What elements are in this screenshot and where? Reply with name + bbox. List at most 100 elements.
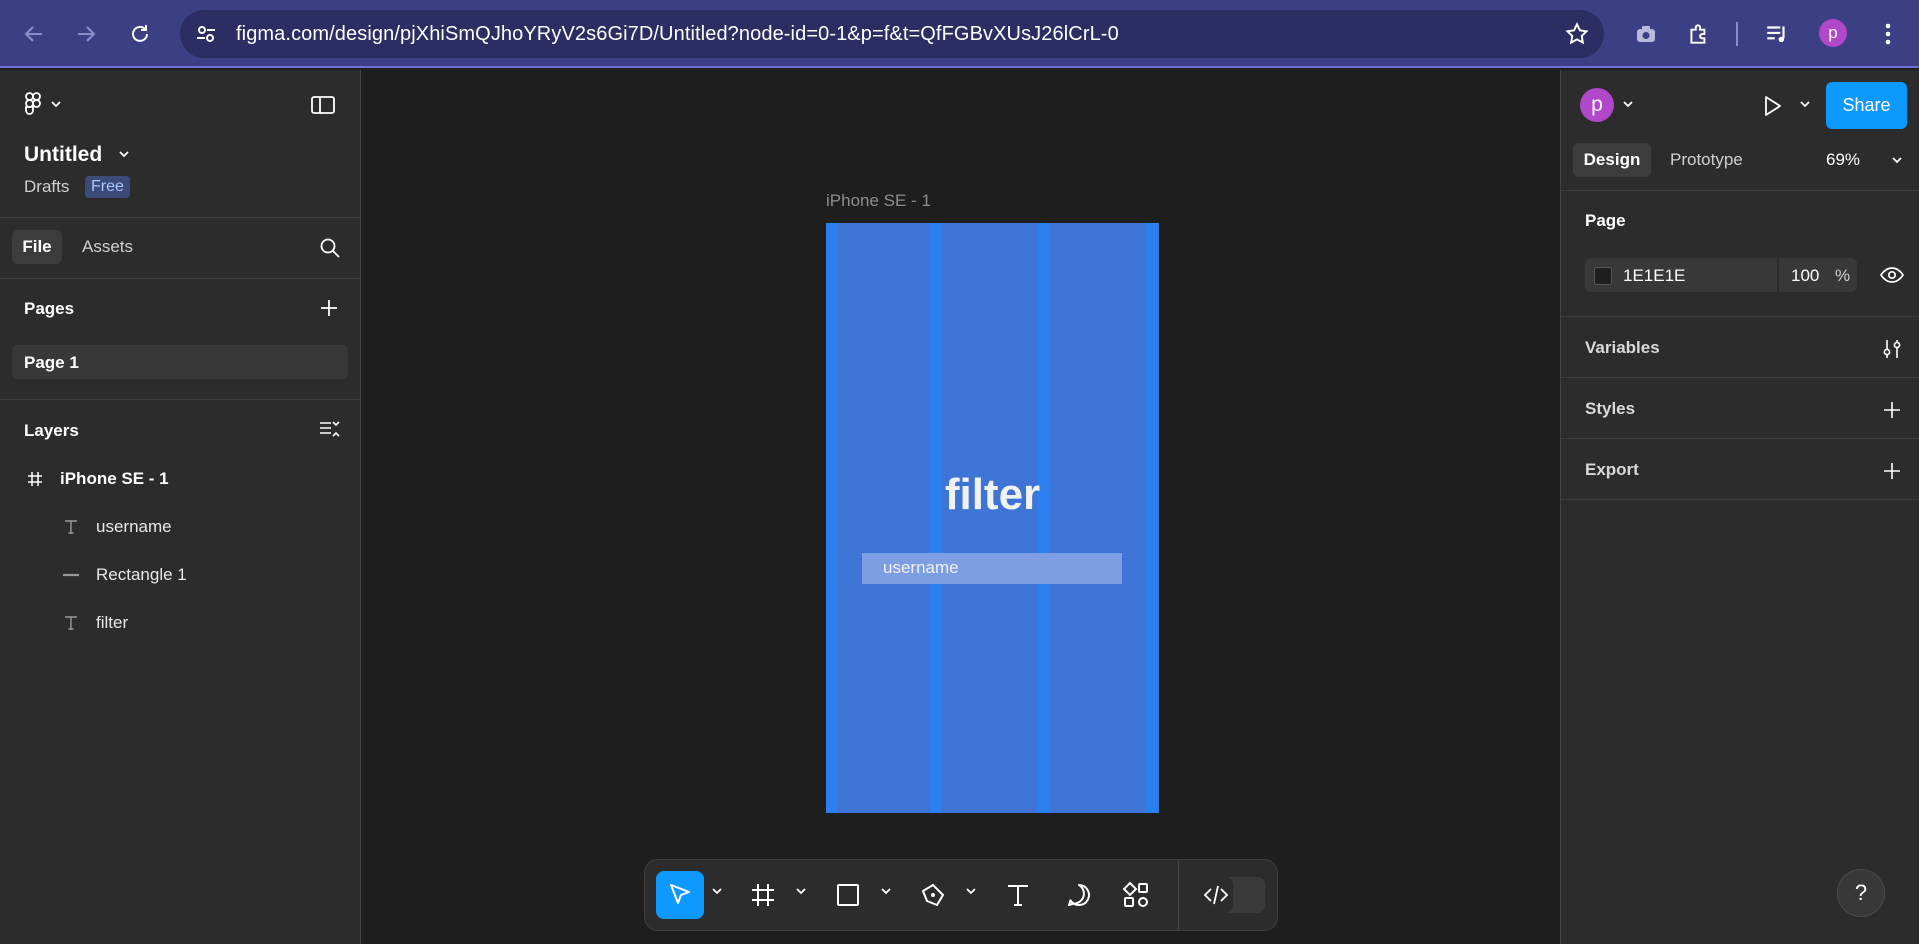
frame-icon xyxy=(752,884,774,906)
tab-file[interactable]: File xyxy=(12,230,62,264)
toolbar-divider xyxy=(1178,860,1179,930)
user-avatar[interactable]: p xyxy=(1580,88,1614,122)
layer-row-filter[interactable]: filter xyxy=(0,603,360,643)
more-vertical-icon xyxy=(1885,23,1891,45)
media-controls-button[interactable] xyxy=(1759,16,1795,52)
divider xyxy=(0,399,360,400)
frame-icon xyxy=(26,470,44,488)
text-tool-button[interactable] xyxy=(994,871,1042,919)
site-settings-icon[interactable] xyxy=(194,22,218,46)
add-style-button[interactable] xyxy=(1881,399,1903,421)
pages-title: Pages xyxy=(24,299,75,318)
zoom-chevron-icon[interactable] xyxy=(1891,156,1903,164)
move-tool-chevron-icon[interactable] xyxy=(711,887,723,895)
layer-row-iphone-se-1[interactable]: iPhone SE - 1 xyxy=(0,459,360,499)
tab-design[interactable]: Design xyxy=(1573,143,1651,177)
divider xyxy=(1561,316,1919,317)
username-text-layer[interactable]: username xyxy=(883,558,959,578)
page-background-field[interactable]: 1E1E1E 100 % xyxy=(1585,258,1857,292)
divider xyxy=(1561,438,1919,439)
present-button[interactable] xyxy=(1760,94,1784,118)
visibility-toggle[interactable] xyxy=(1880,264,1904,286)
sidebar-toggle-button[interactable] xyxy=(310,94,336,116)
chevron-down-icon[interactable] xyxy=(1622,100,1634,108)
shape-tool-chevron-icon[interactable] xyxy=(880,887,892,895)
text-icon xyxy=(62,518,80,536)
components-icon xyxy=(1122,881,1148,907)
right-properties-panel: p Share Design Prototype 69% Page 1E1E1E… xyxy=(1560,70,1919,944)
frame-label[interactable]: iPhone SE - 1 xyxy=(826,191,931,211)
move-tool-button[interactable] xyxy=(656,871,704,919)
chevron-down-icon xyxy=(51,101,61,108)
browser-profile-avatar[interactable]: p xyxy=(1819,19,1847,47)
plan-badge[interactable]: Free xyxy=(85,176,130,198)
play-icon xyxy=(1765,96,1781,116)
search-layers-button[interactable] xyxy=(318,236,342,260)
comment-tool-button[interactable] xyxy=(1055,871,1103,919)
bookmark-star-icon[interactable] xyxy=(1564,21,1590,47)
pen-icon xyxy=(922,884,944,906)
opacity-unit: % xyxy=(1835,266,1851,285)
line-icon xyxy=(62,566,80,584)
layer-row-username[interactable]: username xyxy=(0,507,360,547)
text-icon xyxy=(62,614,80,632)
reload-button[interactable] xyxy=(122,16,158,52)
tools-toolbar xyxy=(644,859,1278,931)
tab-prototype[interactable]: Prototype xyxy=(1670,150,1743,170)
frame-tool-chevron-icon[interactable] xyxy=(795,887,807,895)
camera-icon xyxy=(1637,26,1655,42)
dev-mode-toggle[interactable] xyxy=(1199,877,1265,913)
browser-menu-button[interactable] xyxy=(1870,16,1906,52)
add-export-button[interactable] xyxy=(1881,460,1903,482)
color-swatch[interactable] xyxy=(1594,267,1612,285)
file-location[interactable]: Drafts xyxy=(24,177,69,197)
tab-assets[interactable]: Assets xyxy=(82,237,133,257)
address-bar[interactable]: figma.com/design/pjXhiSmQJhoYRyV2s6Gi7D/… xyxy=(180,10,1604,58)
layer-label: filter xyxy=(96,613,129,632)
help-button[interactable]: ? xyxy=(1837,869,1885,917)
page-item-page-1[interactable]: Page 1 xyxy=(12,345,348,379)
username-rectangle-layer[interactable]: username xyxy=(862,553,1122,584)
share-button[interactable]: Share xyxy=(1826,82,1907,129)
add-page-button[interactable] xyxy=(318,297,340,319)
page-item-label: Page 1 xyxy=(24,353,79,372)
main-menu-button[interactable] xyxy=(24,92,62,116)
file-name[interactable]: Untitled xyxy=(24,143,102,167)
comment-icon xyxy=(1068,884,1090,906)
iphone-frame[interactable]: filter username xyxy=(826,223,1159,813)
variables-section-title[interactable]: Variables xyxy=(1585,338,1660,358)
page-color-hex[interactable]: 1E1E1E xyxy=(1623,266,1685,286)
arrow-right-icon xyxy=(78,26,96,42)
file-menu-chevron-icon[interactable] xyxy=(118,150,130,158)
frame-tool-button[interactable] xyxy=(739,871,787,919)
chrome-bottom-border xyxy=(0,66,1919,68)
pen-tool-button[interactable] xyxy=(909,871,957,919)
layers-title: Layers xyxy=(24,421,79,440)
actions-tool-button[interactable] xyxy=(1112,871,1160,919)
forward-button[interactable] xyxy=(68,16,104,52)
sidebar-icon xyxy=(311,96,335,114)
pen-tool-chevron-icon[interactable] xyxy=(965,887,977,895)
reload-icon xyxy=(132,25,148,42)
styles-section-title: Styles xyxy=(1585,399,1636,418)
extensions-button[interactable] xyxy=(1681,16,1717,52)
export-section-title: Export xyxy=(1585,460,1639,479)
filter-text-layer[interactable]: filter xyxy=(826,470,1159,520)
rectangle-icon xyxy=(837,884,859,906)
layer-row-rectangle-1[interactable]: Rectangle 1 xyxy=(0,555,360,595)
variables-settings-button[interactable] xyxy=(1881,338,1903,360)
cursor-icon xyxy=(670,884,690,904)
divider xyxy=(1561,190,1919,191)
screenshot-extension-button[interactable] xyxy=(1628,16,1664,52)
page-opacity-value[interactable]: 100 xyxy=(1791,266,1819,286)
design-canvas[interactable]: iPhone SE - 1 filter username xyxy=(361,70,1560,944)
zoom-level[interactable]: 69% xyxy=(1826,150,1860,170)
back-button[interactable] xyxy=(16,16,52,52)
divider xyxy=(0,217,360,218)
present-chevron-icon[interactable] xyxy=(1799,100,1811,108)
divider xyxy=(1561,377,1919,378)
text-icon xyxy=(1008,885,1028,906)
layers-options-button[interactable] xyxy=(318,418,340,440)
shape-tool-button[interactable] xyxy=(824,871,872,919)
url-text[interactable]: figma.com/design/pjXhiSmQJhoYRyV2s6Gi7D/… xyxy=(236,23,1119,46)
